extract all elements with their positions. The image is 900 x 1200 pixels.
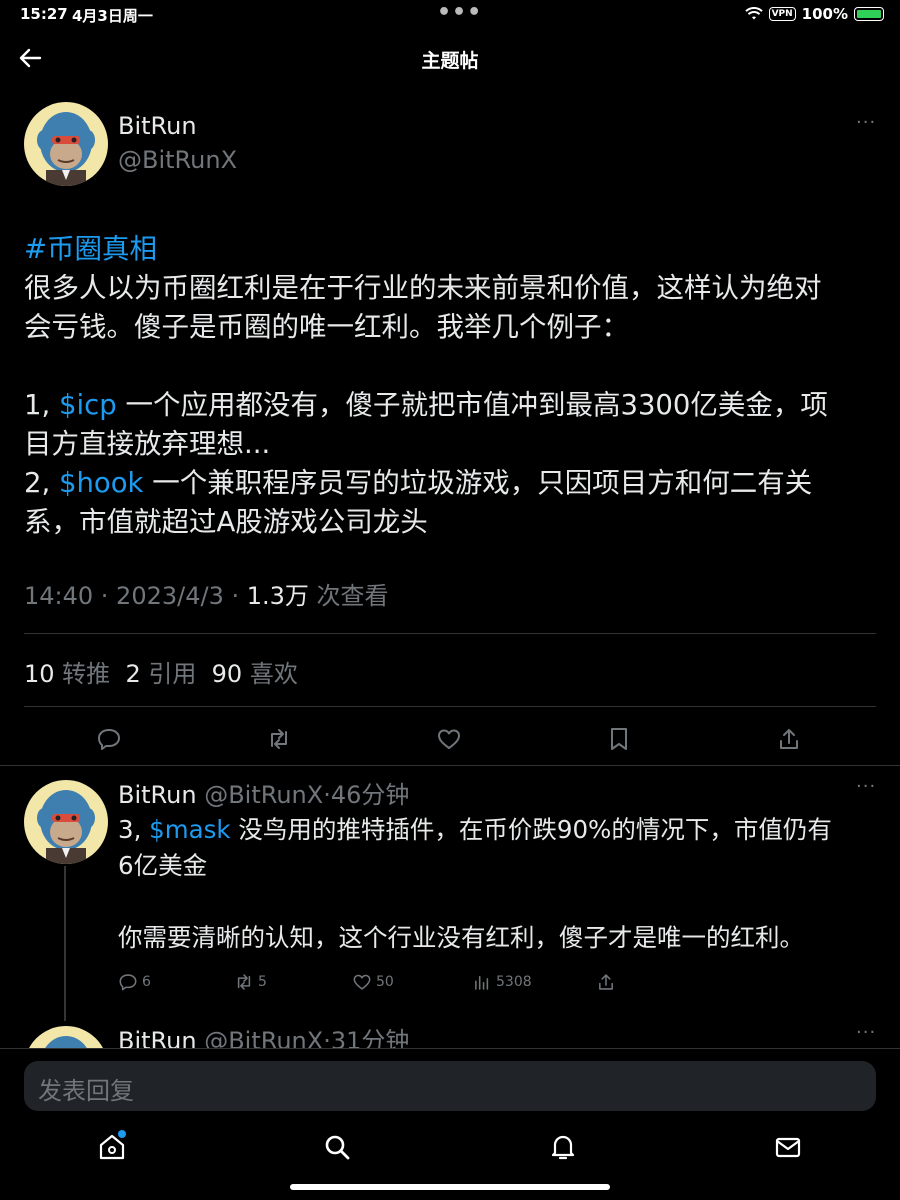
reply-header: BitRun @BitRunX·46分钟 bbox=[118, 775, 409, 810]
reply-actions: 6 5 50 5308 bbox=[118, 972, 638, 996]
tweet-meta: 14:40 · 2023/4/3 · 1.3万 次查看 bbox=[24, 576, 389, 611]
reply-line: 你需要清晰的认知，这个行业没有红利，傻子才是唯一的红利。 bbox=[118, 923, 804, 952]
reply-count: 6 bbox=[142, 974, 151, 990]
multitask-dots-icon[interactable]: ••• bbox=[437, 0, 482, 25]
page-title: 主题帖 bbox=[421, 50, 479, 72]
share-icon bbox=[599, 974, 613, 990]
status-right: VPN 100% bbox=[744, 5, 884, 23]
home-indicator[interactable] bbox=[290, 1184, 610, 1190]
tweet-line: 很多人以为币圈红利是在于行业的未来前景和价值，这样认为绝对 bbox=[24, 272, 822, 304]
author-name[interactable]: BitRun bbox=[118, 112, 197, 140]
battery-icon bbox=[854, 7, 884, 21]
reply-icon bbox=[119, 974, 137, 991]
tweet-actions bbox=[0, 726, 900, 756]
share-icon[interactable] bbox=[776, 726, 802, 752]
divider bbox=[0, 765, 900, 766]
messages-envelope-icon[interactable] bbox=[773, 1132, 803, 1162]
reply-like-button[interactable]: 50 bbox=[352, 972, 394, 992]
hashtag-link[interactable]: #币圈真相 bbox=[24, 233, 157, 265]
tweet-body: #币圈真相 很多人以为币圈红利是在于行业的未来前景和价值，这样认为绝对 会亏钱。… bbox=[24, 230, 884, 542]
cashtag-link-icp[interactable]: $icp bbox=[59, 389, 117, 421]
item-prefix: 1, bbox=[24, 389, 59, 421]
cashtag-link-hook[interactable]: $hook bbox=[59, 467, 144, 499]
views-count: 5308 bbox=[496, 974, 532, 990]
wifi-icon bbox=[744, 7, 763, 20]
tweet-line: 系，市值就超过A股游戏公司龙头 bbox=[24, 506, 428, 538]
views-chart-icon bbox=[475, 975, 489, 990]
reply-input-placeholder: 发表回复 bbox=[38, 1077, 134, 1105]
reply-icon[interactable] bbox=[96, 726, 122, 752]
divider bbox=[24, 633, 876, 634]
reply-line: 6亿美金 bbox=[118, 851, 208, 880]
tweet-timestamp: 14:40 · 2023/4/3 · bbox=[24, 582, 247, 610]
home-notification-dot bbox=[118, 1130, 126, 1138]
top-header: 主题帖 bbox=[0, 30, 900, 86]
tweet-line: 一个兼职程序员写的垃圾游戏，只因项目方和何二有关 bbox=[143, 467, 813, 499]
battery-percent: 100% bbox=[801, 5, 848, 23]
reply-more-options-icon[interactable]: ··· bbox=[856, 776, 876, 797]
reply-input[interactable]: 发表回复 bbox=[24, 1061, 876, 1111]
reply2-more-options-icon[interactable]: ··· bbox=[856, 1022, 876, 1043]
cashtag-link-mask[interactable]: $mask bbox=[149, 815, 230, 844]
status-date: 4月3日周一 bbox=[72, 7, 153, 25]
reply-share-button[interactable] bbox=[596, 972, 616, 992]
divider bbox=[24, 706, 876, 707]
tweet-line: 会亏钱。傻子是币圈的唯一红利。我举几个例子： bbox=[24, 311, 629, 343]
views-label: 次查看 bbox=[308, 582, 389, 610]
vpn-badge: VPN bbox=[768, 7, 796, 21]
search-icon[interactable] bbox=[322, 1132, 352, 1162]
status-time: 15:27 bbox=[20, 5, 68, 23]
quotes-stat[interactable]: 2 引用 bbox=[125, 660, 196, 688]
bookmark-icon[interactable] bbox=[606, 726, 632, 752]
status-bar: 15:27 4月3日周一 ••• VPN 100% bbox=[0, 0, 900, 30]
reply-author-name[interactable]: BitRun bbox=[118, 781, 197, 809]
retweet-icon[interactable] bbox=[266, 726, 292, 752]
like-icon bbox=[353, 974, 371, 990]
retweet-icon bbox=[237, 974, 251, 990]
views-count: 1.3万 bbox=[246, 582, 309, 610]
like-count: 50 bbox=[376, 974, 394, 990]
avatar[interactable] bbox=[24, 102, 108, 186]
tweet-line: 一个应用都没有，傻子就把市值冲到最高3300亿美金，项 bbox=[116, 389, 828, 421]
retweet-count: 5 bbox=[258, 974, 267, 990]
tweet-line: 目方直接放弃理想... bbox=[24, 428, 271, 460]
reply-author-handle[interactable]: @BitRunX·46分钟 bbox=[197, 781, 409, 809]
tweet-stats: 10 转推 2 引用 90 喜欢 bbox=[24, 654, 298, 689]
notifications-bell-icon[interactable] bbox=[548, 1132, 578, 1162]
reply-retweet-button[interactable]: 5 bbox=[234, 972, 267, 992]
author-handle[interactable]: @BitRunX bbox=[118, 146, 237, 174]
likes-stat[interactable]: 90 喜欢 bbox=[212, 660, 298, 688]
more-options-icon[interactable]: ··· bbox=[856, 112, 876, 133]
reply-line: 没鸟用的推特插件，在币价跌90%的情况下，市值仍有 bbox=[230, 815, 832, 844]
reply-views-button[interactable]: 5308 bbox=[472, 972, 532, 992]
reply-body: 3, $mask 没鸟用的推特插件，在币价跌90%的情况下，市值仍有 6亿美金 … bbox=[118, 812, 888, 956]
thread-connector bbox=[64, 866, 66, 1021]
item-prefix: 3, bbox=[118, 815, 150, 844]
compose-bar: 发表回复 bbox=[0, 1048, 900, 1120]
reply-reply-button[interactable]: 6 bbox=[118, 972, 151, 992]
reply-avatar[interactable] bbox=[24, 780, 108, 864]
item-prefix: 2, bbox=[24, 467, 59, 499]
like-icon[interactable] bbox=[436, 726, 462, 752]
retweets-stat[interactable]: 10 转推 bbox=[24, 660, 110, 688]
